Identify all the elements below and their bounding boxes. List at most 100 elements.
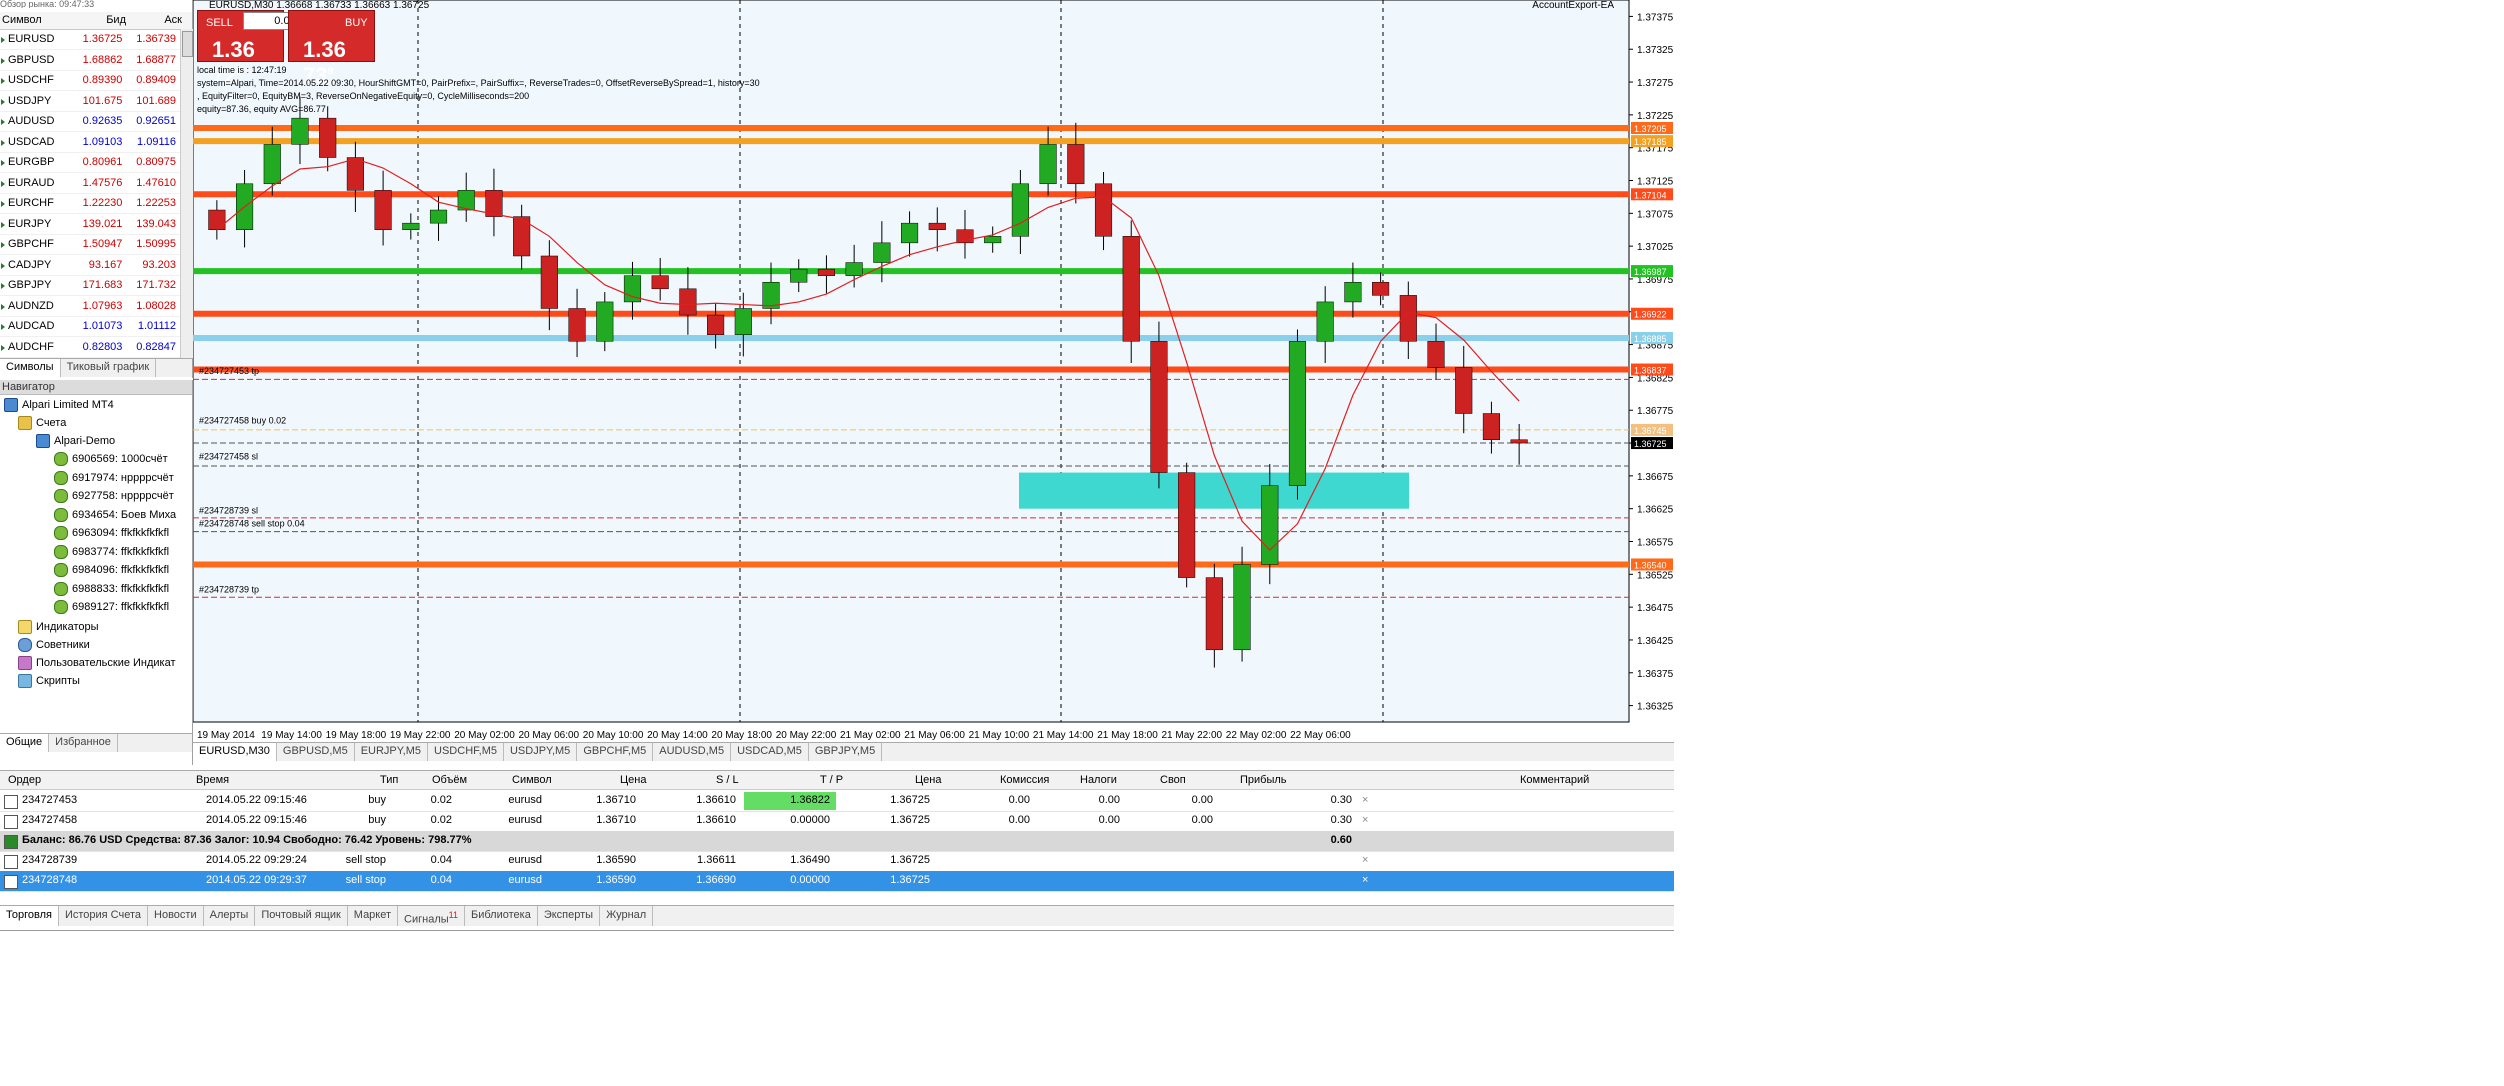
- chart-tab[interactable]: EURUSD,M30: [193, 743, 277, 761]
- column-header[interactable]: Объём: [432, 771, 467, 790]
- column-header[interactable]: Тип: [380, 771, 398, 790]
- terminal-tab[interactable]: Новости: [148, 906, 204, 926]
- market-watch-row[interactable]: EURUSD 1.36725 1.36739: [0, 29, 180, 50]
- chart-tab[interactable]: GBPJPY,M5: [809, 743, 883, 761]
- nav-accounts[interactable]: Счета: [18, 414, 66, 432]
- info-line: equity=87.36, equity AVG=86.77: [197, 104, 326, 114]
- terminal-tab[interactable]: Сигналы11: [398, 906, 465, 926]
- terminal-tab[interactable]: Алерты: [204, 906, 256, 926]
- market-watch-row[interactable]: AUDUSD 0.92635 0.92651: [0, 111, 180, 132]
- order-label: #234728739 sl: [199, 505, 258, 515]
- close-order-icon[interactable]: ×: [1362, 811, 1368, 830]
- column-header[interactable]: T / P: [820, 771, 843, 790]
- price-chart[interactable]: 1.37375 1.37325 1.37275 1.37225 1.37175 1.371…: [193, 0, 1674, 742]
- order-row[interactable]: 234728748 2014.05.22 09:29:37 sell stop 0.0…: [0, 871, 1674, 892]
- column-header[interactable]: Комиссия: [1000, 771, 1049, 790]
- chart-tab[interactable]: AUDUSD,M5: [653, 743, 732, 761]
- scrollbar-thumb[interactable]: [182, 31, 193, 57]
- nav-broker[interactable]: Alpari Limited MT4: [4, 396, 114, 414]
- market-watch-row[interactable]: USDCHF 0.89390 0.89409: [0, 70, 180, 91]
- market-watch-row[interactable]: GBPUSD 1.68862 1.68877: [0, 50, 180, 71]
- close-order-icon[interactable]: ×: [1362, 851, 1368, 870]
- terminal-tab[interactable]: Библиотека: [465, 906, 538, 926]
- market-watch-row[interactable]: USDCAD 1.09103 1.09116: [0, 132, 180, 153]
- tab-common[interactable]: Общие: [0, 734, 50, 752]
- close-order-icon[interactable]: ×: [1362, 871, 1368, 890]
- price-tick-label: 1.36775: [1637, 406, 1674, 417]
- terminal-tab-label: Торговля: [6, 909, 52, 921]
- nav-account-item[interactable]: 6984096: ffkfkkfkfkfl: [54, 561, 169, 579]
- order-row[interactable]: 234727453 2014.05.22 09:15:46 buy 0.02 eurus…: [0, 791, 1674, 812]
- column-header[interactable]: Ордер: [8, 771, 41, 790]
- column-header[interactable]: Время: [196, 771, 229, 790]
- tab-tick-chart[interactable]: Тиковый график: [61, 359, 157, 377]
- order-row[interactable]: 234727458 2014.05.22 09:15:46 buy 0.02 eurus…: [0, 811, 1674, 832]
- column-header[interactable]: Цена: [915, 771, 941, 790]
- market-watch-scrollbar[interactable]: [180, 29, 193, 358]
- tab-symbols[interactable]: Символы: [0, 359, 61, 377]
- order-volume-cell: 0.02: [430, 794, 452, 806]
- nav-account-item[interactable]: 6934654: Боев Миха: [54, 506, 176, 524]
- candle-body: [1178, 472, 1196, 578]
- order-row[interactable]: 234728739 2014.05.22 09:29:24 sell stop 0.0…: [0, 851, 1674, 872]
- market-watch-row[interactable]: AUDNZD 1.07963 1.08028: [0, 296, 180, 317]
- market-watch-row[interactable]: CADJPY 93.167 93.203: [0, 255, 180, 276]
- buy-button[interactable]: BUY 1.36 739: [288, 10, 375, 88]
- tab-favorites[interactable]: Избранное: [49, 734, 118, 752]
- terminal-tab[interactable]: Эксперты: [538, 906, 601, 926]
- ask-cell: 1.22253: [136, 197, 176, 209]
- order-price-cell: 1.36590: [596, 874, 636, 886]
- market-watch-row[interactable]: GBPCHF 1.50947 1.50995: [0, 234, 180, 255]
- nav-group-item[interactable]: Скрипты: [18, 672, 80, 690]
- nav-account-item[interactable]: 6927758: нрррpсчёт: [54, 487, 174, 505]
- col-symbol-header[interactable]: Символ: [0, 12, 70, 29]
- chart-tab[interactable]: GBPUSD,M5: [277, 743, 355, 761]
- bid-cell: 1.47576: [82, 176, 123, 189]
- nav-account-item[interactable]: 6906569: 1000счёт: [54, 450, 168, 468]
- nav-server[interactable]: Alpari-Demo: [36, 432, 115, 450]
- order-label: #234727453 tp: [199, 366, 259, 376]
- column-header[interactable]: Своп: [1160, 771, 1186, 790]
- column-header[interactable]: Комментарий: [1520, 771, 1589, 790]
- time-tick-label: 20 May 06:00: [519, 730, 580, 741]
- market-watch-row[interactable]: EURAUD 1.47576 1.47610: [0, 173, 180, 194]
- nav-group-item[interactable]: Индикаторы: [18, 618, 99, 636]
- nav-account-item[interactable]: 6989127: ffkfkkfkfkfl: [54, 598, 169, 616]
- market-watch-row[interactable]: EURCHF 1.22230 1.22253: [0, 193, 180, 214]
- column-header[interactable]: Налоги: [1080, 771, 1117, 790]
- terminal-tab[interactable]: История Счета: [59, 906, 149, 926]
- chart-tab[interactable]: USDCAD,M5: [731, 743, 809, 761]
- column-header[interactable]: S / L: [716, 771, 739, 790]
- symbol-cell: CADJPY: [0, 259, 73, 271]
- terminal-tab[interactable]: Журнал: [600, 906, 654, 926]
- close-order-icon[interactable]: ×: [1362, 791, 1368, 810]
- col-bid-header[interactable]: Бид: [70, 12, 126, 29]
- chart-tab[interactable]: GBPCHF,M5: [577, 743, 654, 761]
- nav-account-item[interactable]: 6917974: нрррpсчёт: [54, 469, 174, 487]
- column-header[interactable]: Символ: [512, 771, 552, 790]
- nav-account-item[interactable]: 6983774: ffkfkkfkfkfl: [54, 543, 169, 561]
- chart-tab[interactable]: EURJPY,M5: [355, 743, 429, 761]
- market-watch-row[interactable]: GBPJPY 171.683 171.732: [0, 275, 180, 296]
- nav-account-item[interactable]: 6988833: ffkfkkfkfkfl: [54, 580, 169, 598]
- terminal-tab[interactable]: Торговля: [0, 906, 59, 926]
- chart-tab[interactable]: USDCHF,M5: [428, 743, 504, 761]
- nav-account-label: 6963094: ffkfkkfkfkfl: [72, 527, 170, 539]
- account-icon: [54, 581, 68, 596]
- market-watch-row[interactable]: USDJPY 101.675 101.689: [0, 91, 180, 112]
- terminal-tab[interactable]: Маркет: [348, 906, 399, 926]
- price-tick-label: 1.36675: [1637, 472, 1674, 483]
- market-watch-row[interactable]: AUDCAD 1.01073 1.01112: [0, 316, 180, 337]
- nav-group-item[interactable]: Советники: [18, 636, 90, 654]
- column-header[interactable]: Цена: [620, 771, 646, 790]
- market-watch-row[interactable]: EURGBP 0.80961 0.80975: [0, 152, 180, 173]
- market-watch-row[interactable]: EURJPY 139.021 139.043: [0, 214, 180, 235]
- col-ask-header[interactable]: Аск: [126, 12, 186, 29]
- nav-group-item[interactable]: Пользовательские Индикат: [18, 654, 176, 672]
- market-watch-row[interactable]: AUDCHF 0.82803 0.82847: [0, 337, 180, 358]
- chart-tab[interactable]: USDJPY,M5: [504, 743, 578, 761]
- terminal-tab[interactable]: Почтовый ящик: [255, 906, 348, 926]
- nav-account-item[interactable]: 6963094: ffkfkkfkfkfl: [54, 524, 169, 542]
- account-icon: [54, 563, 68, 577]
- column-header[interactable]: Прибыль: [1240, 771, 1287, 790]
